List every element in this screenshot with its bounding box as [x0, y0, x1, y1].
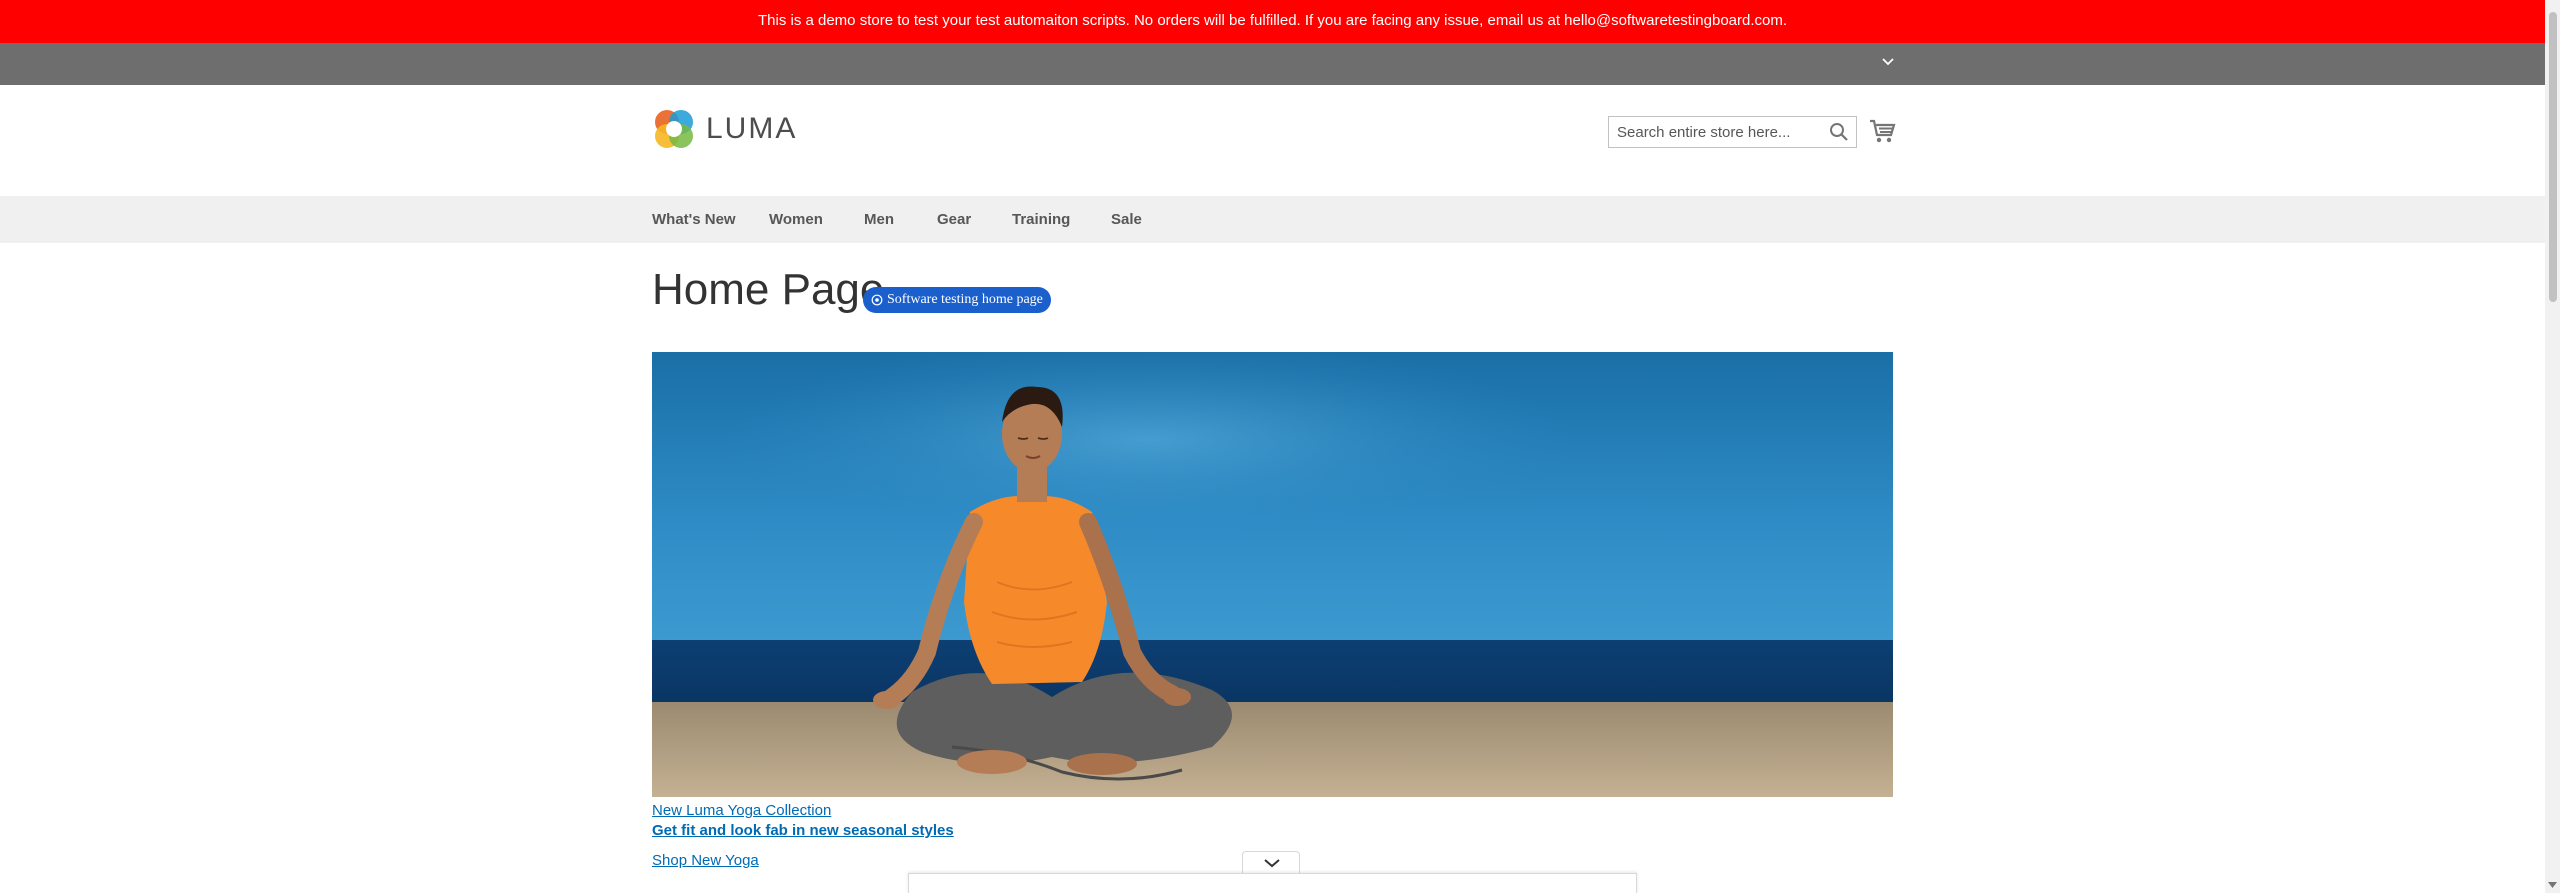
nav-item-sale[interactable]: Sale — [1111, 196, 1142, 243]
scrollbar-thumb[interactable] — [2549, 12, 2557, 302]
chevron-down-icon — [1264, 859, 1280, 868]
search-icon[interactable] — [1828, 121, 1850, 143]
scroll-down-arrow-icon[interactable] — [2547, 878, 2558, 890]
nav-item-women[interactable]: Women — [769, 196, 823, 243]
shop-new-yoga-link[interactable]: Shop New Yoga — [652, 852, 759, 869]
nav-item-training[interactable]: Training — [1012, 196, 1070, 243]
demo-notice-banner: This is a demo store to test your test a… — [0, 0, 2545, 43]
site-header — [0, 85, 2545, 196]
chevron-down-icon[interactable] — [1878, 53, 1898, 73]
search-input[interactable] — [1608, 116, 1857, 148]
luma-logo[interactable]: LUMA — [652, 106, 797, 152]
hero-banner-image[interactable] — [652, 352, 1893, 797]
bottom-drawer-panel — [908, 873, 1637, 893]
nav-item-whats-new[interactable]: What's New — [652, 196, 736, 243]
page-badge[interactable]: Software testing home page — [863, 287, 1051, 313]
demo-notice-text: This is a demo store to test your test a… — [757, 12, 1788, 29]
page-badge-label: Software testing home page — [887, 292, 1043, 307]
seasonal-styles-link[interactable]: Get fit and look fab in new seasonal sty… — [652, 822, 954, 839]
header-panel-bar — [0, 43, 2545, 85]
nav-item-men[interactable]: Men — [864, 196, 894, 243]
main-navigation — [0, 196, 2545, 243]
page-title: Home Page — [652, 265, 885, 314]
new-luma-yoga-collection-link[interactable]: New Luma Yoga Collection — [652, 802, 831, 819]
nav-item-gear[interactable]: Gear — [937, 196, 971, 243]
luma-logo-icon — [655, 110, 693, 148]
hero-illustration — [652, 352, 1893, 797]
target-icon — [871, 294, 883, 306]
logo-text: LUMA — [706, 112, 798, 145]
cart-icon[interactable] — [1868, 118, 1896, 144]
